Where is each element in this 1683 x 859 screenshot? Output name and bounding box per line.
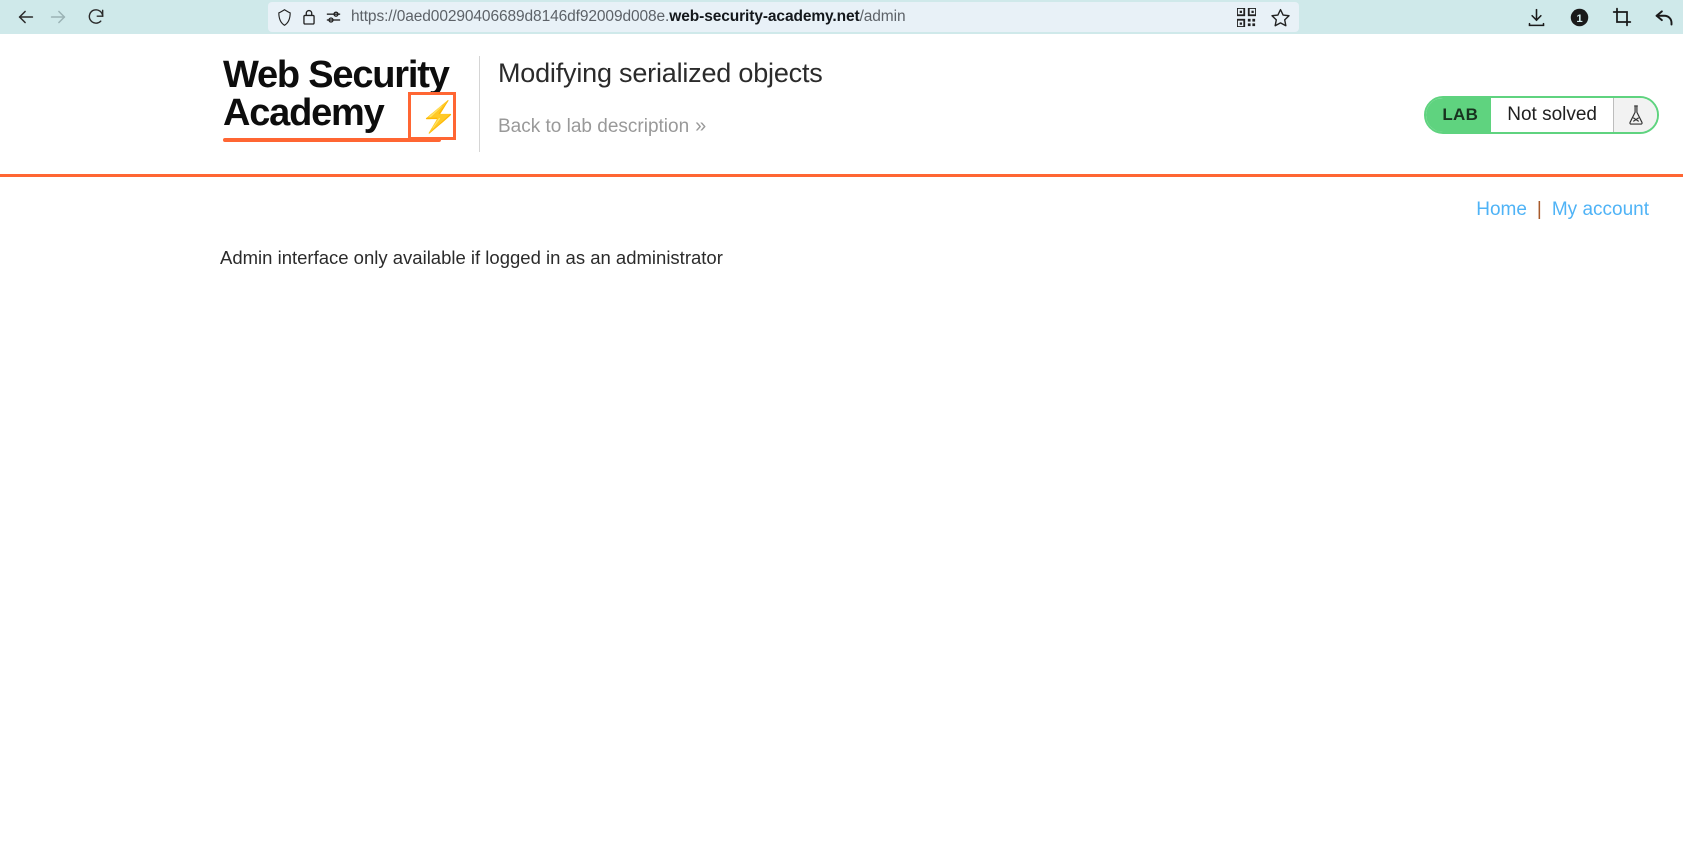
flask-icon[interactable] [1613,98,1657,132]
lab-status-text: Not solved [1491,98,1613,132]
logo-underline [223,138,441,142]
lab-header: Web Security Academy Modifying serialize… [0,34,1683,174]
lab-body: Home | My account Admin interface only ava… [0,177,1683,269]
svg-text:1: 1 [1576,12,1582,24]
lab-tag: LAB [1426,98,1492,132]
lab-status-badge[interactable]: LAB Not solved [1424,96,1659,134]
browser-actions: 1 [1526,0,1675,34]
lightning-bolt-icon [408,92,457,140]
back-link-label: Back to lab description [498,116,690,137]
download-icon[interactable] [1526,7,1547,28]
address-bar[interactable]: https://0aed00290406689d8146df92009d008e… [268,2,1299,32]
url-host: web-security-academy.net [669,8,860,25]
account-nav: Home | My account [24,177,1659,221]
reload-button[interactable] [80,3,112,31]
header-divider [479,56,480,152]
url-path: /admin [859,8,906,25]
lab-page: Web Security Academy Modifying serialize… [0,34,1683,459]
admin-message: Admin interface only available if logged… [220,247,723,268]
page-title: Modifying serialized objects [498,58,823,88]
star-icon[interactable] [1270,7,1291,28]
logo-line-1: Web Security [223,54,450,96]
notification-badge-icon[interactable]: 1 [1569,7,1590,28]
browser-toolbar: https://0aed00290406689d8146df92009d008e… [0,0,1683,34]
page-settings-icon[interactable] [325,10,342,25]
crop-icon[interactable] [1612,7,1632,27]
shield-icon[interactable] [276,8,293,27]
qr-code-icon[interactable] [1237,7,1256,27]
my-account-link[interactable]: My account [1552,199,1649,220]
lock-icon[interactable] [302,8,316,26]
nav-separator: | [1536,199,1542,220]
url-text[interactable]: https://0aed00290406689d8146df92009d008e… [351,8,1222,26]
forward-button[interactable] [42,3,74,31]
undo-arrow-icon[interactable] [1654,7,1675,28]
chevron-right-icon: » [695,115,706,137]
back-to-lab-description-link[interactable]: Back to lab description» [498,115,823,138]
wsa-logo[interactable]: Web Security Academy [223,48,461,142]
home-link[interactable]: Home [1476,199,1527,220]
url-prefix: https://0aed00290406689d8146df92009d008e… [351,8,670,25]
back-button[interactable] [10,3,42,31]
